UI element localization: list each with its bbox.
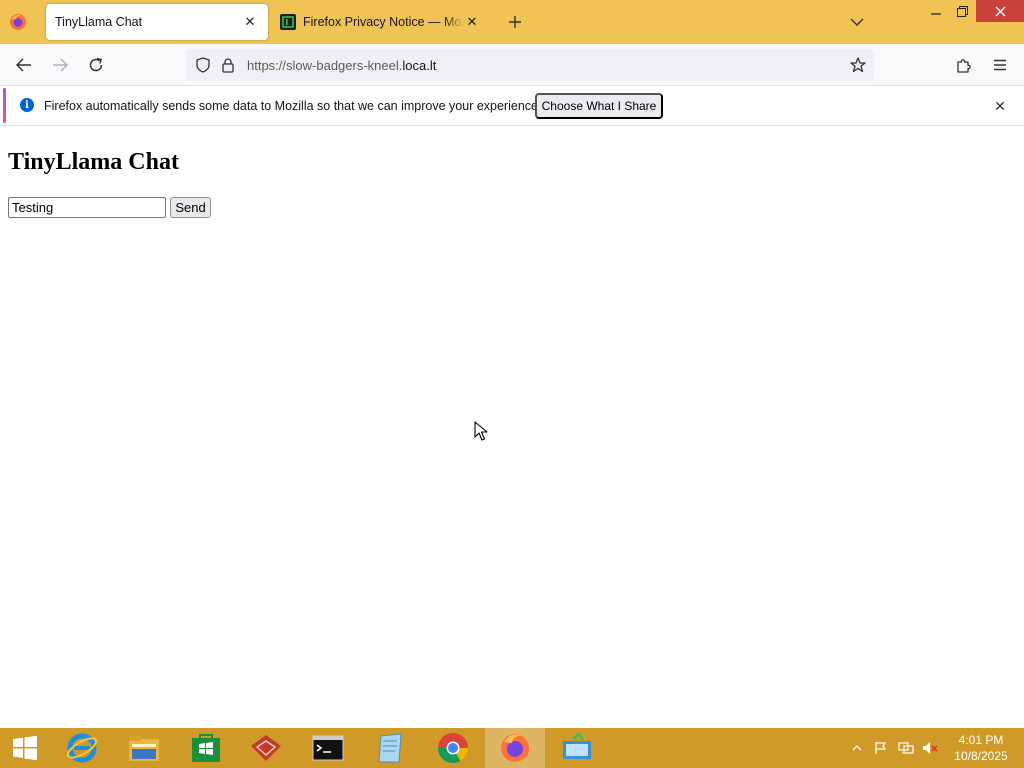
firefox-icon[interactable]: [8, 12, 28, 32]
tracking-protection-shield-icon[interactable]: [194, 56, 212, 74]
new-tab-plus-icon[interactable]: [503, 10, 527, 34]
show-hidden-icons-icon[interactable]: [850, 728, 864, 768]
store-icon[interactable]: [176, 728, 236, 768]
telemetry-notification-bar: i Firefox automatically sends some data …: [0, 86, 1024, 126]
url-host: loca.lt: [402, 57, 437, 73]
window-close-icon[interactable]: [976, 0, 1024, 22]
firefox-taskbar-icon[interactable]: [485, 728, 545, 768]
navigation-toolbar: https://slow-badgers-kneel.loca.lt: [0, 44, 1024, 86]
tab-title: TinyLlama Chat: [55, 15, 143, 29]
lock-icon[interactable]: [221, 57, 235, 73]
hamburger-icon[interactable]: [988, 53, 1012, 77]
page-title: TinyLlama Chat: [8, 149, 179, 175]
tab-strip: TinyLlama Chat ✕ Firefox Privacy Notice …: [0, 0, 1024, 44]
taskbar-clock[interactable]: 4:01 PM 10/8/2025: [946, 732, 1016, 764]
info-icon: i: [20, 98, 34, 112]
tab-tinyllama-chat[interactable]: TinyLlama Chat ✕: [46, 4, 268, 40]
forward-arrow-icon: [48, 53, 72, 77]
message-input[interactable]: [8, 197, 166, 218]
address-bar[interactable]: https://slow-badgers-kneel.loca.lt: [186, 49, 874, 81]
chrome-icon[interactable]: [423, 728, 483, 768]
reload-icon[interactable]: [84, 53, 108, 77]
notification-message: Firefox automatically sends some data to…: [44, 99, 542, 113]
red-app-icon[interactable]: [236, 728, 296, 768]
page-content: TinyLlama Chat Send: [0, 127, 1024, 728]
close-icon[interactable]: ✕: [990, 96, 1010, 116]
url-text[interactable]: https://slow-badgers-kneel.loca.lt: [247, 58, 436, 73]
blue-app-icon[interactable]: [547, 728, 607, 768]
restore-icon[interactable]: [947, 0, 977, 22]
internet-explorer-icon[interactable]: [52, 728, 112, 768]
star-icon[interactable]: [849, 56, 867, 74]
network-icon[interactable]: [896, 728, 916, 768]
choose-what-i-share-button[interactable]: Choose What I Share: [535, 93, 663, 119]
action-center-flag-icon[interactable]: [872, 728, 890, 768]
tab-title: Firefox Privacy Notice — Mozilla: [303, 15, 464, 29]
close-tab-icon[interactable]: ✕: [242, 14, 258, 30]
mozilla-favicon-icon: [280, 14, 296, 30]
clock-date: 10/8/2025: [954, 749, 1008, 763]
volume-muted-icon[interactable]: [920, 728, 940, 768]
url-prefix: https://slow-badgers-kneel.: [247, 57, 403, 73]
clock-time: 4:01 PM: [958, 733, 1004, 747]
mouse-cursor-icon: [474, 421, 488, 441]
send-button[interactable]: Send: [170, 197, 211, 218]
close-tab-icon[interactable]: ✕: [464, 14, 480, 30]
chevron-down-icon[interactable]: [846, 12, 868, 32]
back-arrow-icon[interactable]: [12, 53, 36, 77]
notepad-icon[interactable]: [360, 728, 420, 768]
file-explorer-icon[interactable]: [114, 728, 174, 768]
windows-start-icon[interactable]: [0, 728, 50, 768]
taskbar: 4:01 PM 10/8/2025: [0, 728, 1024, 768]
command-prompt-icon[interactable]: [298, 728, 358, 768]
puzzle-icon[interactable]: [952, 53, 976, 77]
tab-firefox-privacy-notice[interactable]: Firefox Privacy Notice — Mozilla ✕: [272, 4, 488, 40]
